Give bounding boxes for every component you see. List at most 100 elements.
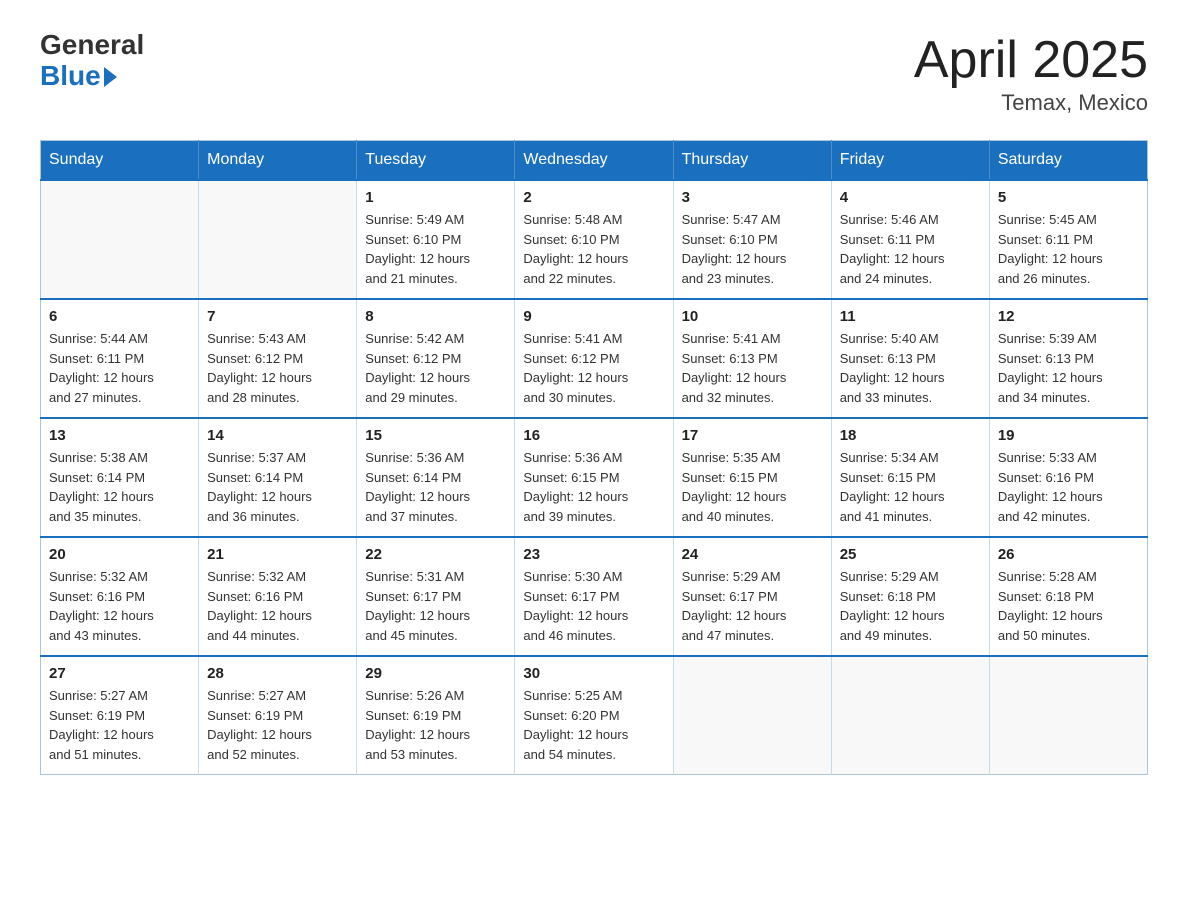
calendar-cell: 9 Sunrise: 5:41 AM Sunset: 6:12 PM Daylig… xyxy=(515,299,673,418)
day-of-week-friday: Friday xyxy=(831,141,989,181)
calendar-week-row: 13 Sunrise: 5:38 AM Sunset: 6:14 PM Dayli… xyxy=(41,418,1148,537)
calendar-week-row: 1 Sunrise: 5:49 AM Sunset: 6:10 PM Daylig… xyxy=(41,180,1148,299)
day-number: 17 xyxy=(682,427,823,444)
calendar-cell: 18Sunrise: 5:34 AM Sunset: 6:15 PM Dayli… xyxy=(831,418,989,537)
day-info: Sunrise: 5:27 AM Sunset: 6:19 PM Dayligh… xyxy=(49,686,190,764)
day-info: Sunrise: 5:37 AM Sunset: 6:14 PM Dayligh… xyxy=(207,448,348,526)
calendar-cell: 3 Sunrise: 5:47 AM Sunset: 6:10 PM Daylig… xyxy=(673,180,831,299)
day-number: 15 xyxy=(365,427,506,444)
day-info: Sunrise: 5:31 AM Sunset: 6:17 PM Dayligh… xyxy=(365,567,506,645)
day-info: Sunrise: 5:45 AM Sunset: 6:11 PM Dayligh… xyxy=(998,210,1139,288)
calendar-cell: 28 Sunrise: 5:27 AM Sunset: 6:19 PM Dayli… xyxy=(199,656,357,775)
day-info: Sunrise: 5:32 AM Sunset: 6:16 PM Dayligh… xyxy=(49,567,190,645)
day-number: 12 xyxy=(998,308,1139,325)
day-info: Sunrise: 5:44 AM Sunset: 6:11 PM Dayligh… xyxy=(49,329,190,407)
calendar-header-row: SundayMondayTuesdayWednesdayThursdayFrid… xyxy=(41,141,1148,181)
day-number: 29 xyxy=(365,665,506,682)
day-number: 10 xyxy=(682,308,823,325)
day-info: Sunrise: 5:38 AM Sunset: 6:14 PM Dayligh… xyxy=(49,448,190,526)
calendar-cell: 5 Sunrise: 5:45 AM Sunset: 6:11 PM Daylig… xyxy=(989,180,1147,299)
day-number: 13 xyxy=(49,427,190,444)
day-info: Sunrise: 5:39 AM Sunset: 6:13 PM Dayligh… xyxy=(998,329,1139,407)
day-info: Sunrise: 5:40 AM Sunset: 6:13 PM Dayligh… xyxy=(840,329,981,407)
day-info: Sunrise: 5:36 AM Sunset: 6:15 PM Dayligh… xyxy=(523,448,664,526)
calendar-cell: 11Sunrise: 5:40 AM Sunset: 6:13 PM Dayli… xyxy=(831,299,989,418)
day-number: 4 xyxy=(840,189,981,206)
calendar-cell: 29 Sunrise: 5:26 AM Sunset: 6:19 PM Dayli… xyxy=(357,656,515,775)
calendar-cell: 10 Sunrise: 5:41 AM Sunset: 6:13 PM Dayli… xyxy=(673,299,831,418)
day-of-week-saturday: Saturday xyxy=(989,141,1147,181)
calendar-week-row: 6 Sunrise: 5:44 AM Sunset: 6:11 PM Daylig… xyxy=(41,299,1148,418)
day-info: Sunrise: 5:29 AM Sunset: 6:17 PM Dayligh… xyxy=(682,567,823,645)
day-info: Sunrise: 5:41 AM Sunset: 6:12 PM Dayligh… xyxy=(523,329,664,407)
day-number: 2 xyxy=(523,189,664,206)
day-info: Sunrise: 5:46 AM Sunset: 6:11 PM Dayligh… xyxy=(840,210,981,288)
day-number: 7 xyxy=(207,308,348,325)
day-info: Sunrise: 5:35 AM Sunset: 6:15 PM Dayligh… xyxy=(682,448,823,526)
day-info: Sunrise: 5:43 AM Sunset: 6:12 PM Dayligh… xyxy=(207,329,348,407)
calendar-cell: 24 Sunrise: 5:29 AM Sunset: 6:17 PM Dayli… xyxy=(673,537,831,656)
day-info: Sunrise: 5:29 AM Sunset: 6:18 PM Dayligh… xyxy=(840,567,981,645)
day-number: 5 xyxy=(998,189,1139,206)
day-of-week-sunday: Sunday xyxy=(41,141,199,181)
logo-blue-text: Blue xyxy=(40,61,101,92)
day-number: 14 xyxy=(207,427,348,444)
logo-text: General Blue xyxy=(40,30,144,92)
day-info: Sunrise: 5:30 AM Sunset: 6:17 PM Dayligh… xyxy=(523,567,664,645)
day-number: 6 xyxy=(49,308,190,325)
day-number: 16 xyxy=(523,427,664,444)
calendar-cell xyxy=(199,180,357,299)
calendar-cell: 16 Sunrise: 5:36 AM Sunset: 6:15 PM Dayli… xyxy=(515,418,673,537)
day-info: Sunrise: 5:47 AM Sunset: 6:10 PM Dayligh… xyxy=(682,210,823,288)
day-number: 1 xyxy=(365,189,506,206)
day-number: 30 xyxy=(523,665,664,682)
logo-triangle-icon xyxy=(104,67,117,87)
day-number: 28 xyxy=(207,665,348,682)
calendar-cell: 4 Sunrise: 5:46 AM Sunset: 6:11 PM Daylig… xyxy=(831,180,989,299)
calendar-cell: 7 Sunrise: 5:43 AM Sunset: 6:12 PM Daylig… xyxy=(199,299,357,418)
day-number: 20 xyxy=(49,546,190,563)
day-info: Sunrise: 5:28 AM Sunset: 6:18 PM Dayligh… xyxy=(998,567,1139,645)
calendar-cell: 22Sunrise: 5:31 AM Sunset: 6:17 PM Dayli… xyxy=(357,537,515,656)
day-info: Sunrise: 5:26 AM Sunset: 6:19 PM Dayligh… xyxy=(365,686,506,764)
calendar-cell: 13 Sunrise: 5:38 AM Sunset: 6:14 PM Dayli… xyxy=(41,418,199,537)
day-info: Sunrise: 5:27 AM Sunset: 6:19 PM Dayligh… xyxy=(207,686,348,764)
calendar-cell: 20 Sunrise: 5:32 AM Sunset: 6:16 PM Dayli… xyxy=(41,537,199,656)
calendar-cell: 27 Sunrise: 5:27 AM Sunset: 6:19 PM Dayli… xyxy=(41,656,199,775)
day-of-week-monday: Monday xyxy=(199,141,357,181)
day-info: Sunrise: 5:25 AM Sunset: 6:20 PM Dayligh… xyxy=(523,686,664,764)
calendar-cell: 30 Sunrise: 5:25 AM Sunset: 6:20 PM Dayli… xyxy=(515,656,673,775)
calendar-cell: 15 Sunrise: 5:36 AM Sunset: 6:14 PM Dayli… xyxy=(357,418,515,537)
day-info: Sunrise: 5:42 AM Sunset: 6:12 PM Dayligh… xyxy=(365,329,506,407)
day-info: Sunrise: 5:41 AM Sunset: 6:13 PM Dayligh… xyxy=(682,329,823,407)
calendar-cell: 2 Sunrise: 5:48 AM Sunset: 6:10 PM Daylig… xyxy=(515,180,673,299)
calendar-cell xyxy=(673,656,831,775)
day-info: Sunrise: 5:48 AM Sunset: 6:10 PM Dayligh… xyxy=(523,210,664,288)
day-info: Sunrise: 5:36 AM Sunset: 6:14 PM Dayligh… xyxy=(365,448,506,526)
calendar-cell: 14 Sunrise: 5:37 AM Sunset: 6:14 PM Dayli… xyxy=(199,418,357,537)
day-number: 26 xyxy=(998,546,1139,563)
calendar-cell: 23 Sunrise: 5:30 AM Sunset: 6:17 PM Dayli… xyxy=(515,537,673,656)
logo-general-text: General xyxy=(40,30,144,61)
calendar-cell: 8Sunrise: 5:42 AM Sunset: 6:12 PM Daylig… xyxy=(357,299,515,418)
calendar-cell: 1 Sunrise: 5:49 AM Sunset: 6:10 PM Daylig… xyxy=(357,180,515,299)
day-info: Sunrise: 5:32 AM Sunset: 6:16 PM Dayligh… xyxy=(207,567,348,645)
day-number: 25 xyxy=(840,546,981,563)
calendar-cell xyxy=(989,656,1147,775)
calendar-cell: 12 Sunrise: 5:39 AM Sunset: 6:13 PM Dayli… xyxy=(989,299,1147,418)
day-number: 9 xyxy=(523,308,664,325)
calendar-table: SundayMondayTuesdayWednesdayThursdayFrid… xyxy=(40,140,1148,775)
calendar-cell: 19Sunrise: 5:33 AM Sunset: 6:16 PM Dayli… xyxy=(989,418,1147,537)
day-number: 23 xyxy=(523,546,664,563)
calendar-cell: 26 Sunrise: 5:28 AM Sunset: 6:18 PM Dayli… xyxy=(989,537,1147,656)
calendar-cell: 21Sunrise: 5:32 AM Sunset: 6:16 PM Dayli… xyxy=(199,537,357,656)
day-of-week-thursday: Thursday xyxy=(673,141,831,181)
day-info: Sunrise: 5:49 AM Sunset: 6:10 PM Dayligh… xyxy=(365,210,506,288)
title-block: April 2025 Temax, Mexico xyxy=(914,30,1148,116)
day-number: 3 xyxy=(682,189,823,206)
day-number: 27 xyxy=(49,665,190,682)
calendar-cell: 25 Sunrise: 5:29 AM Sunset: 6:18 PM Dayli… xyxy=(831,537,989,656)
day-number: 24 xyxy=(682,546,823,563)
logo: General Blue xyxy=(40,30,144,92)
calendar-subtitle: Temax, Mexico xyxy=(914,90,1148,116)
